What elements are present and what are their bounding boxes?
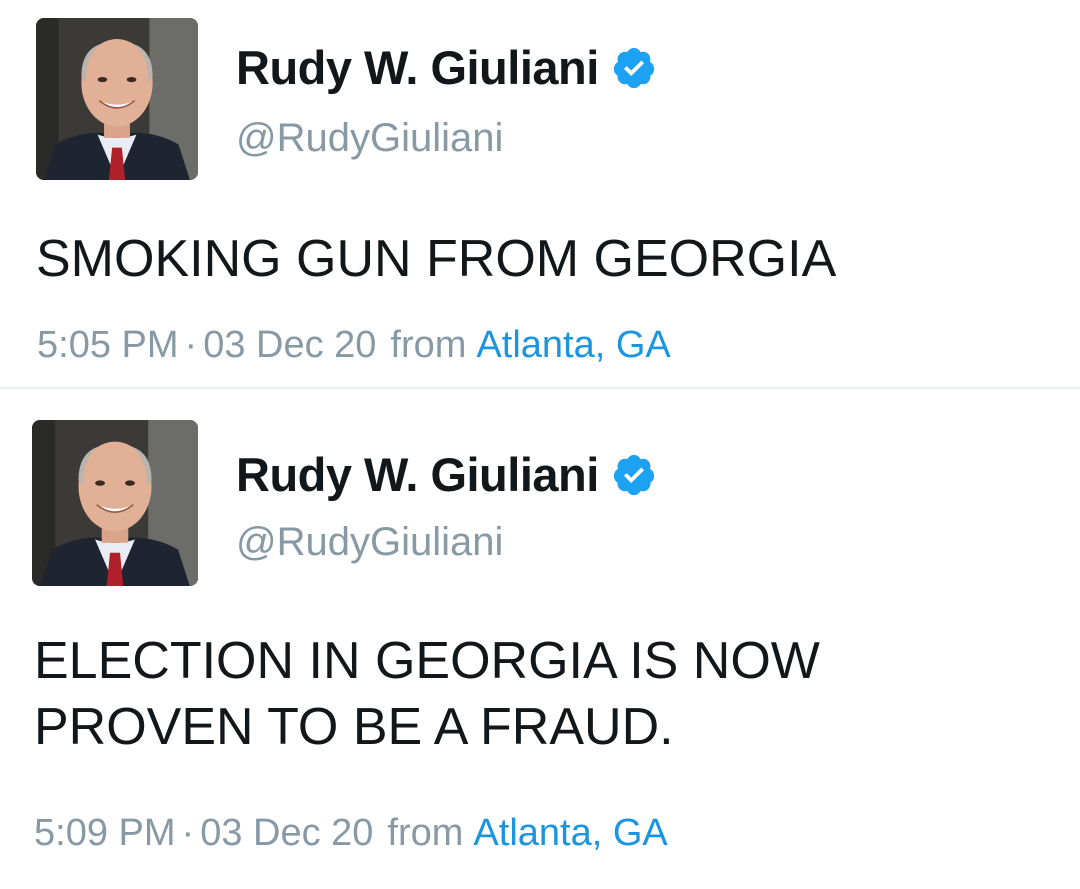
meta-separator: · (184, 324, 198, 366)
tweet-divider (0, 387, 1080, 389)
tweet-card[interactable]: Rudy W. Giuliani @RudyGiuliani ELECTION … (0, 390, 1080, 889)
user-handle[interactable]: @RudyGiuliani (236, 114, 503, 162)
location-link[interactable]: Atlanta, GA (476, 324, 670, 366)
display-name[interactable]: Rudy W. Giuliani (236, 40, 599, 96)
author-name-row[interactable]: Rudy W. Giuliani (236, 40, 657, 96)
tweet-date[interactable]: 03 Dec 20 (203, 324, 376, 366)
tweet-time[interactable]: 5:05 PM (37, 324, 179, 366)
from-label: from (390, 324, 467, 366)
tweet-text: ELECTION IN GEORGIA IS NOW PROVEN TO BE … (34, 632, 820, 756)
verified-badge-icon (611, 45, 657, 91)
display-name[interactable]: Rudy W. Giuliani (236, 447, 599, 503)
avatar[interactable] (36, 18, 198, 180)
user-handle[interactable]: @RudyGiuliani (236, 518, 503, 566)
from-label: from (387, 812, 464, 854)
meta-separator: · (181, 812, 195, 854)
tweet-card[interactable]: Rudy W. Giuliani @RudyGiuliani SMOKING G… (0, 0, 1080, 388)
tweet-meta: 5:05 PM · 03 Dec 20 from Atlanta, GA (37, 322, 671, 368)
tweet-time[interactable]: 5:09 PM (34, 812, 176, 854)
avatar[interactable] (32, 420, 198, 586)
author-name-row[interactable]: Rudy W. Giuliani (236, 447, 657, 503)
tweet-text: SMOKING GUN FROM GEORGIA (36, 230, 837, 288)
tweet-date[interactable]: 03 Dec 20 (200, 812, 373, 854)
verified-badge-icon (611, 452, 657, 498)
location-link[interactable]: Atlanta, GA (473, 812, 667, 854)
tweet-meta: 5:09 PM · 03 Dec 20 from Atlanta, GA (34, 810, 668, 856)
